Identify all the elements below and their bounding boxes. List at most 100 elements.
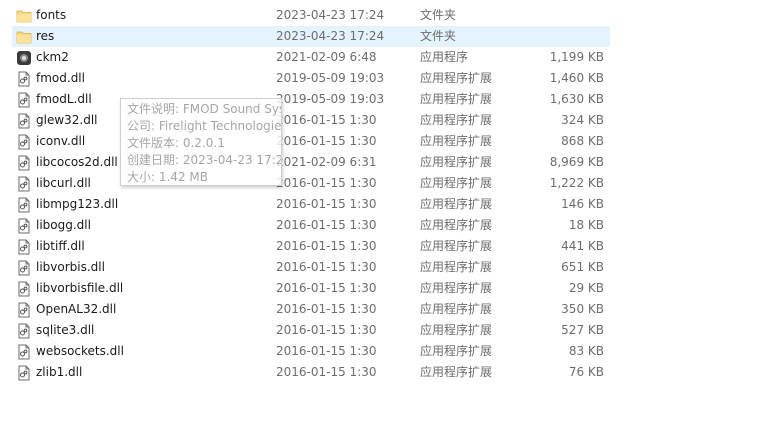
file-row[interactable]: libtiff.dll 2016-01-15 1:30 应用程序扩展 441 KB (12, 236, 610, 257)
file-size: 441 KB (561, 239, 604, 253)
file-size: 83 KB (568, 344, 604, 358)
dll-file-icon (16, 344, 32, 360)
file-date-modified: 2016-01-15 1:30 (276, 176, 377, 190)
file-name: fmodL.dll (36, 92, 92, 106)
file-row[interactable]: fonts 2023-04-23 17:24 文件夹 (12, 5, 610, 26)
file-row[interactable]: glew32.dll 2016-01-15 1:30 应用程序扩展 324 KB (12, 110, 610, 131)
file-name: iconv.dll (36, 134, 86, 148)
file-date-modified: 2016-01-15 1:30 (276, 239, 377, 253)
file-type: 应用程序扩展 (420, 365, 493, 379)
file-row[interactable]: libcocos2d.dll 2021-02-09 6:31 应用程序扩展 8,969… (12, 152, 610, 173)
file-size: 1,199 KB (549, 50, 604, 64)
file-name: libtiff.dll (36, 239, 85, 253)
file-name: libogg.dll (36, 218, 91, 232)
file-size: 1,630 KB (549, 92, 604, 106)
file-name: libcurl.dll (36, 176, 91, 190)
folder-icon (16, 8, 32, 24)
file-date-modified: 2016-01-15 1:30 (276, 113, 377, 127)
file-row[interactable]: libvorbisfile.dll 2016-01-15 1:30 应用程序扩展 29… (12, 278, 610, 299)
file-type: 应用程序扩展 (420, 176, 493, 190)
file-size: 76 KB (568, 365, 604, 379)
file-list: fonts 2023-04-23 17:24 文件夹 res 2023-04-23 17… (12, 5, 610, 383)
file-date-modified: 2016-01-15 1:30 (276, 302, 377, 316)
file-type: 应用程序扩展 (420, 302, 493, 316)
file-row[interactable]: fmodL.dll 2019-05-09 19:03 应用程序扩展 1,630 KB (12, 89, 610, 110)
file-type: 应用程序扩展 (420, 113, 493, 127)
file-row[interactable]: libogg.dll 2016-01-15 1:30 应用程序扩展 18 KB (12, 215, 610, 236)
file-name: glew32.dll (36, 113, 98, 127)
file-size: 651 KB (561, 260, 604, 274)
file-date-modified: 2016-01-15 1:30 (276, 365, 377, 379)
file-row[interactable]: OpenAL32.dll 2016-01-15 1:30 应用程序扩展 350 KB (12, 299, 610, 320)
dll-file-icon (16, 281, 32, 297)
file-size: 324 KB (561, 113, 604, 127)
file-row[interactable]: fmod.dll 2019-05-09 19:03 应用程序扩展 1,460 KB (12, 68, 610, 89)
file-name: fmod.dll (36, 71, 85, 85)
dll-file-icon (16, 176, 32, 192)
file-type: 应用程序扩展 (420, 218, 493, 232)
file-row[interactable]: ckm2 2021-02-09 6:48 应用程序 1,199 KB (12, 47, 610, 68)
file-size: 1,460 KB (549, 71, 604, 85)
file-name: libvorbisfile.dll (36, 281, 124, 295)
file-row[interactable]: libmpg123.dll 2016-01-15 1:30 应用程序扩展 146 KB (12, 194, 610, 215)
file-name: fonts (36, 8, 67, 22)
file-size: 350 KB (561, 302, 604, 316)
file-type: 应用程序扩展 (420, 281, 493, 295)
file-type: 应用程序扩展 (420, 239, 493, 253)
folder-icon (16, 29, 32, 45)
file-date-modified: 2016-01-15 1:30 (276, 323, 377, 337)
file-type: 应用程序扩展 (420, 92, 493, 106)
file-date-modified: 2019-05-09 19:03 (276, 71, 385, 85)
file-type: 应用程序 (420, 50, 469, 64)
file-date-modified: 2016-01-15 1:30 (276, 344, 377, 358)
dll-file-icon (16, 365, 32, 381)
file-name: OpenAL32.dll (36, 302, 117, 316)
file-type: 应用程序扩展 (420, 344, 493, 358)
file-row[interactable]: libvorbis.dll 2016-01-15 1:30 应用程序扩展 651 KB (12, 257, 610, 278)
file-type: 应用程序扩展 (420, 323, 493, 337)
file-name: ckm2 (36, 50, 69, 64)
file-date-modified: 2019-05-09 19:03 (276, 92, 385, 106)
dll-file-icon (16, 197, 32, 213)
file-date-modified: 2021-02-09 6:31 (276, 155, 377, 169)
dll-file-icon (16, 134, 32, 150)
file-size: 1,222 KB (549, 176, 604, 190)
file-info-tooltip: 文件说明: FMOD Sound System 公司: Firelight Te… (120, 98, 282, 186)
file-row[interactable]: websockets.dll 2016-01-15 1:30 应用程序扩展 83 KB (12, 341, 610, 362)
file-name: libmpg123.dll (36, 197, 119, 211)
dll-file-icon (16, 239, 32, 255)
tooltip-size: 大小: 1.42 MB (127, 170, 208, 184)
file-name: libcocos2d.dll (36, 155, 118, 169)
file-row[interactable]: iconv.dll 2016-01-15 1:30 应用程序扩展 868 KB (12, 131, 610, 152)
tooltip-created: 创建日期: 2023-04-23 17:24 (127, 153, 282, 167)
dll-file-icon (16, 218, 32, 234)
file-date-modified: 2023-04-23 17:24 (276, 8, 385, 22)
file-size: 18 KB (568, 218, 604, 232)
tooltip-version: 文件版本: 0.2.0.1 (127, 136, 225, 150)
file-type: 应用程序扩展 (420, 197, 493, 211)
file-type: 应用程序扩展 (420, 71, 493, 85)
dll-file-icon (16, 92, 32, 108)
file-type: 应用程序扩展 (420, 134, 493, 148)
file-row[interactable]: zlib1.dll 2016-01-15 1:30 应用程序扩展 76 KB (12, 362, 610, 383)
file-row[interactable]: sqlite3.dll 2016-01-15 1:30 应用程序扩展 527 KB (12, 320, 610, 341)
file-date-modified: 2023-04-23 17:24 (276, 29, 385, 43)
file-type: 文件夹 (420, 8, 457, 22)
file-name: zlib1.dll (36, 365, 83, 379)
app-icon (16, 50, 32, 66)
dll-file-icon (16, 323, 32, 339)
file-size: 527 KB (561, 323, 604, 337)
dll-file-icon (16, 302, 32, 318)
file-size: 868 KB (561, 134, 604, 148)
file-date-modified: 2021-02-09 6:48 (276, 50, 377, 64)
file-type: 应用程序扩展 (420, 155, 493, 169)
dll-file-icon (16, 155, 32, 171)
file-date-modified: 2016-01-15 1:30 (276, 218, 377, 232)
file-size: 8,969 KB (549, 155, 604, 169)
file-name: libvorbis.dll (36, 260, 105, 274)
file-type: 文件夹 (420, 29, 457, 43)
file-row[interactable]: res 2023-04-23 17:24 文件夹 (12, 26, 610, 47)
file-date-modified: 2016-01-15 1:30 (276, 260, 377, 274)
dll-file-icon (16, 260, 32, 276)
file-row[interactable]: libcurl.dll 2016-01-15 1:30 应用程序扩展 1,222 KB (12, 173, 610, 194)
